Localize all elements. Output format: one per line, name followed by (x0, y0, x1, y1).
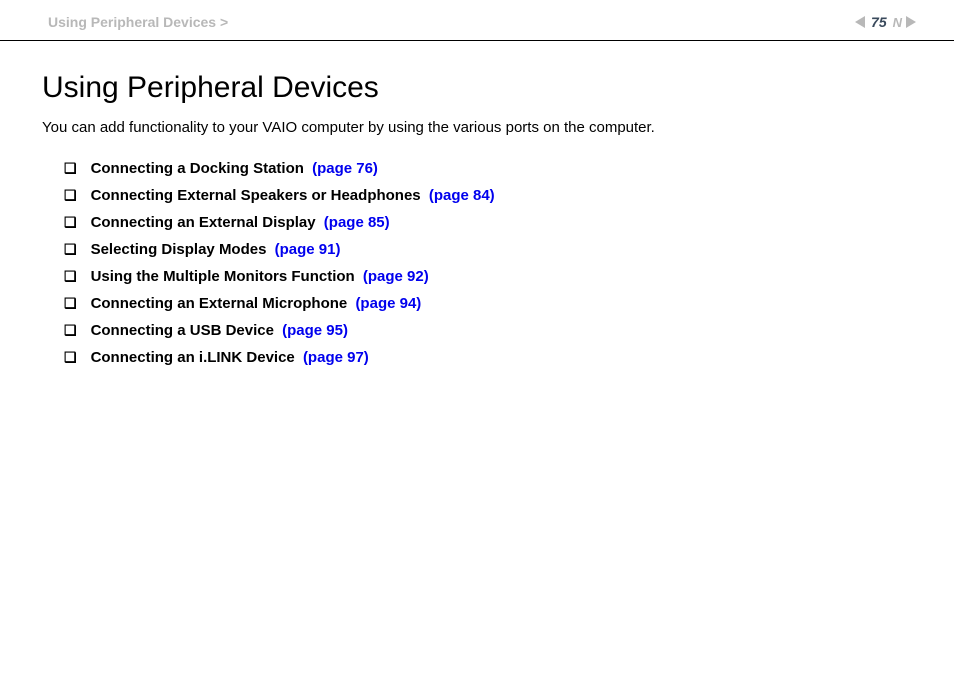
toc-item-label: Connecting an i.LINK Device (91, 349, 295, 366)
toc-page-link[interactable]: (page 94) (355, 295, 421, 312)
prev-page-icon[interactable] (855, 16, 865, 28)
toc-item: ❏ Connecting External Speakers or Headph… (64, 187, 906, 204)
toc-page-link[interactable]: (page 95) (282, 322, 348, 339)
toc-page-link[interactable]: (page 84) (429, 187, 495, 204)
breadcrumb: Using Peripheral Devices > (48, 14, 228, 30)
intro-text: You can add functionality to your VAIO c… (42, 119, 906, 136)
n-label: N (893, 15, 902, 30)
page-title: Using Peripheral Devices (42, 71, 906, 105)
toc-item: ❏ Connecting an External Display (page 8… (64, 214, 906, 231)
bullet-icon: ❏ (64, 295, 77, 312)
toc-list: ❏ Connecting a Docking Station (page 76)… (42, 160, 906, 366)
bullet-icon: ❏ (64, 187, 77, 204)
toc-item-label: Connecting an External Display (91, 214, 316, 231)
toc-item-label: Connecting External Speakers or Headphon… (91, 187, 421, 204)
toc-page-link[interactable]: (page 92) (363, 268, 429, 285)
next-page-icon[interactable] (906, 16, 916, 28)
bullet-icon: ❏ (64, 241, 77, 258)
bullet-icon: ❏ (64, 349, 77, 366)
toc-item: ❏ Selecting Display Modes (page 91) (64, 241, 906, 258)
toc-item: ❏ Using the Multiple Monitors Function (… (64, 268, 906, 285)
toc-item-label: Selecting Display Modes (91, 241, 267, 258)
toc-page-link[interactable]: (page 76) (312, 160, 378, 177)
bullet-icon: ❏ (64, 268, 77, 285)
page-number: 75 (869, 14, 889, 30)
toc-item-label: Connecting a Docking Station (91, 160, 304, 177)
toc-page-link[interactable]: (page 85) (324, 214, 390, 231)
toc-item-label: Using the Multiple Monitors Function (91, 268, 355, 285)
toc-item: ❏ Connecting a Docking Station (page 76) (64, 160, 906, 177)
bullet-icon: ❏ (64, 214, 77, 231)
bullet-icon: ❏ (64, 322, 77, 339)
page-header: Using Peripheral Devices > 75 N (0, 0, 954, 41)
pager: 75 N (855, 14, 916, 30)
toc-item-label: Connecting an External Microphone (91, 295, 348, 312)
toc-page-link[interactable]: (page 97) (303, 349, 369, 366)
toc-item: ❏ Connecting an i.LINK Device (page 97) (64, 349, 906, 366)
toc-item-label: Connecting a USB Device (91, 322, 274, 339)
bullet-icon: ❏ (64, 160, 77, 177)
toc-item: ❏ Connecting an External Microphone (pag… (64, 295, 906, 312)
content-area: Using Peripheral Devices You can add fun… (0, 41, 954, 366)
toc-page-link[interactable]: (page 91) (275, 241, 341, 258)
toc-item: ❏ Connecting a USB Device (page 95) (64, 322, 906, 339)
